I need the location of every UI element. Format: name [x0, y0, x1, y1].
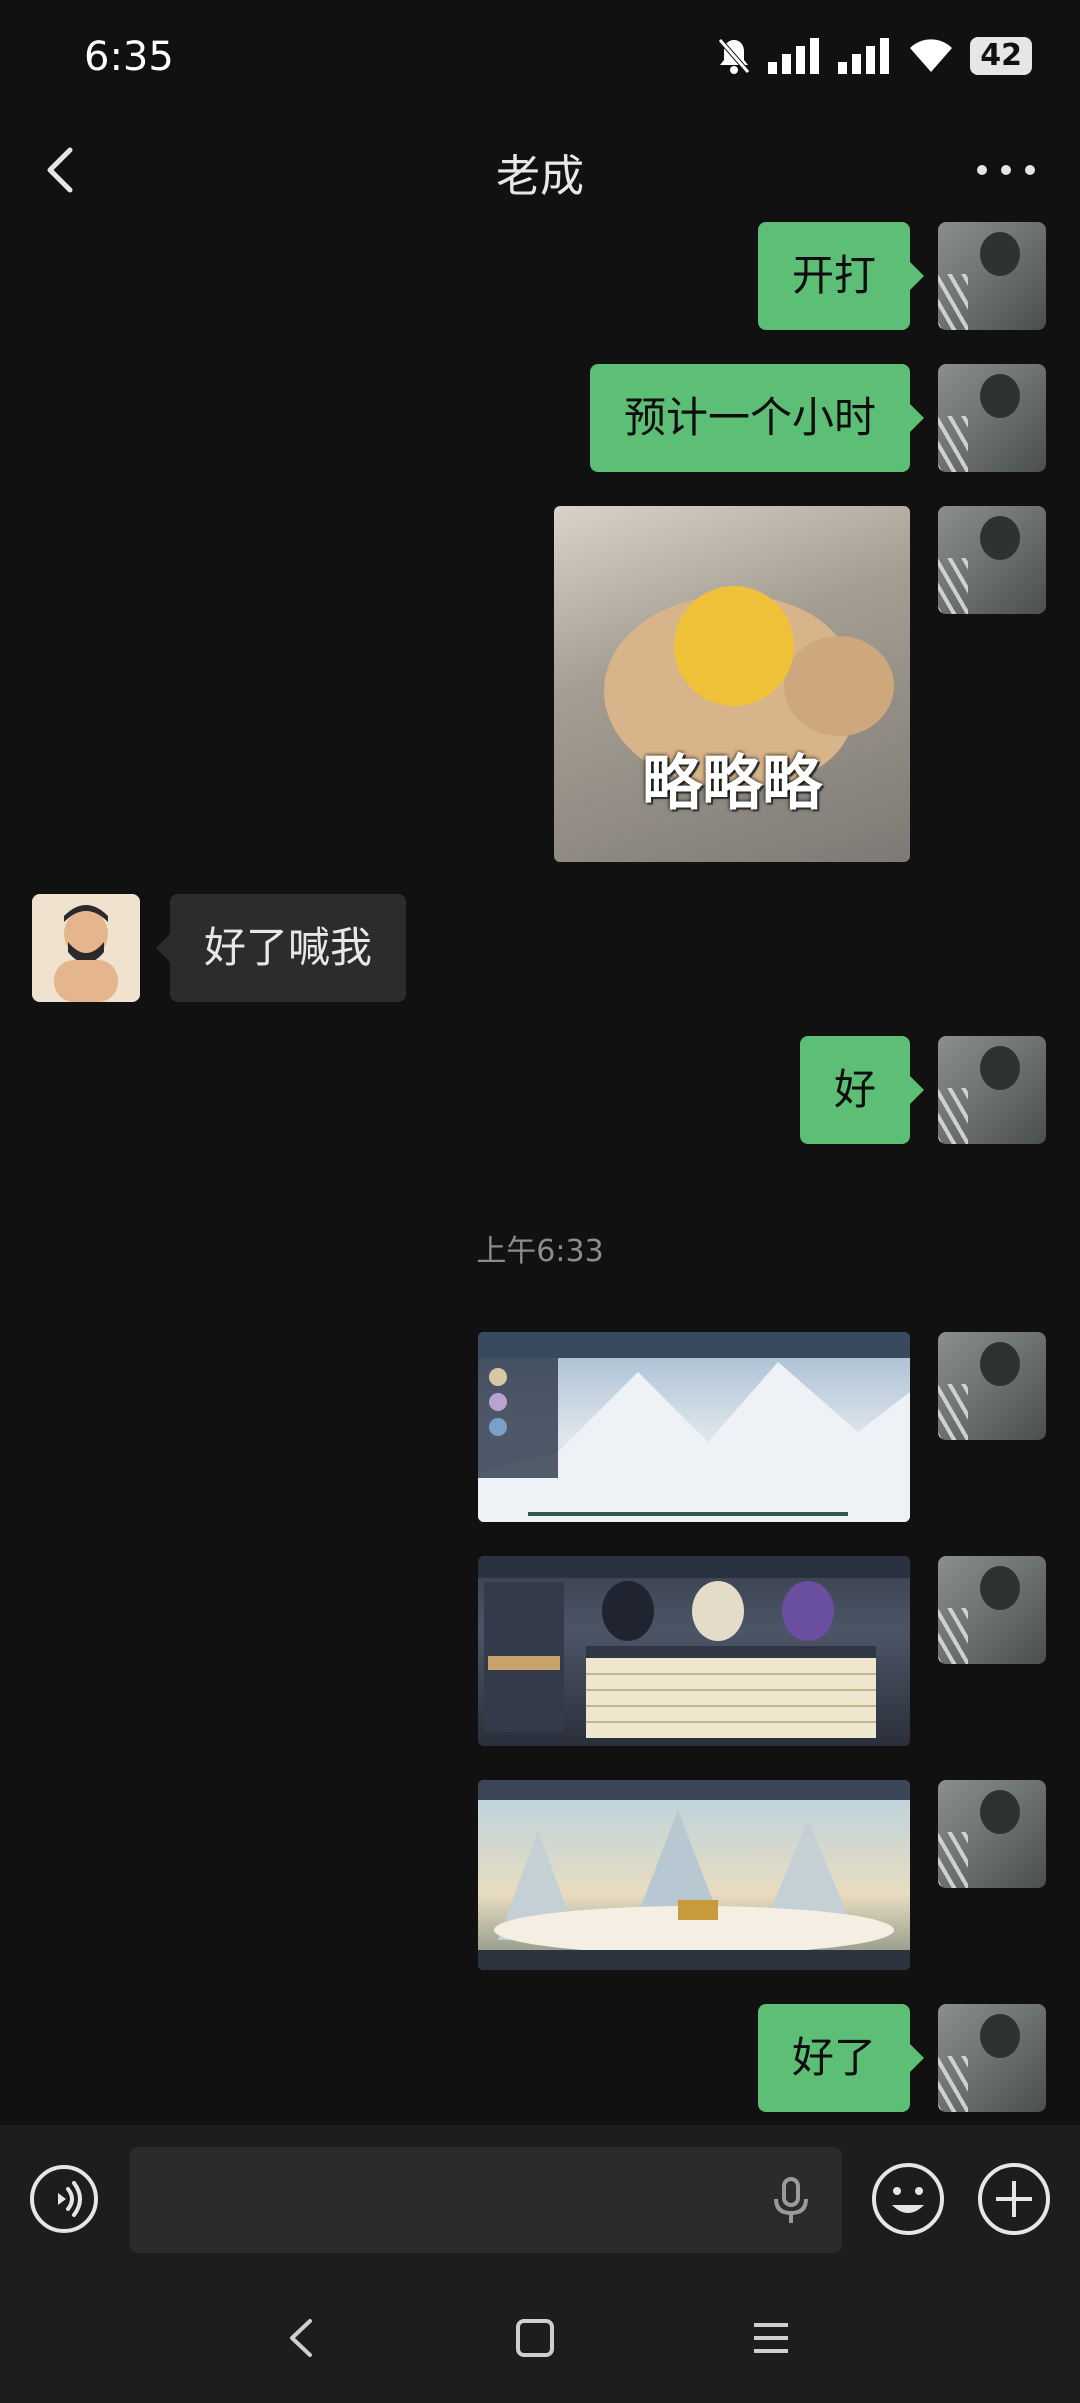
cartoon-man-icon — [32, 894, 140, 1002]
my-avatar[interactable] — [938, 364, 1046, 472]
signal-icon — [768, 38, 820, 74]
game-scene-1 — [478, 1332, 910, 1522]
plus-icon[interactable] — [976, 2161, 1052, 2237]
my-avatar[interactable] — [938, 1332, 1046, 1440]
sent-image-game-screenshot[interactable] — [478, 1556, 910, 1746]
meme-caption: 略略略 — [642, 749, 822, 819]
my-avatar[interactable] — [938, 1036, 1046, 1144]
battery-indicator: 42 — [970, 37, 1032, 75]
game-scene-3 — [478, 1780, 910, 1970]
sent-message-bubble[interactable]: 好了 — [757, 2004, 924, 2112]
bell-off-icon — [718, 38, 751, 74]
signal-icon-2 — [838, 38, 890, 74]
more-horizontal-icon[interactable] — [968, 142, 1044, 198]
friend-avatar[interactable] — [32, 894, 140, 1002]
wifi-icon — [910, 39, 953, 72]
message-text: 开打 — [791, 251, 876, 300]
status-icons: 42 — [716, 36, 1032, 76]
system-menu-icon[interactable] — [748, 2315, 794, 2361]
system-back-icon[interactable] — [280, 2315, 326, 2361]
system-navigation-bar — [0, 2275, 1080, 2403]
message-input[interactable] — [130, 2147, 842, 2253]
message-text: 好了喊我 — [204, 923, 373, 972]
sent-image-game-screenshot[interactable] — [478, 1332, 910, 1522]
my-avatar[interactable] — [938, 2004, 1046, 2112]
message-timestamp: 上午6:33 — [476, 1234, 604, 1269]
chat-title: 老成 — [496, 151, 584, 202]
status-time: 6:35 — [84, 34, 174, 80]
banana-hat-shape — [674, 586, 794, 706]
sent-message-bubble[interactable]: 好 — [799, 1036, 924, 1144]
system-home-icon[interactable] — [512, 2315, 558, 2361]
my-avatar[interactable] — [938, 1780, 1046, 1888]
dog-head-shape — [784, 636, 894, 736]
chat-header: 老成 — [0, 120, 1080, 220]
my-avatar[interactable] — [938, 1556, 1046, 1664]
microphone-icon[interactable] — [764, 2173, 818, 2227]
message-input-bar — [0, 2125, 1080, 2275]
sent-image-game-screenshot[interactable] — [478, 1780, 910, 1970]
my-avatar[interactable] — [938, 222, 1046, 330]
sent-message-bubble[interactable]: 预计一个小时 — [589, 364, 924, 472]
message-text: 好 — [833, 1065, 876, 1114]
voice-input-icon[interactable] — [28, 2163, 100, 2235]
message-text: 预计一个小时 — [623, 393, 876, 442]
sent-message-bubble[interactable]: 开打 — [757, 222, 924, 330]
received-message-bubble[interactable]: 好了喊我 — [156, 894, 407, 1002]
my-avatar[interactable] — [938, 506, 1046, 614]
sent-image-meme[interactable]: 略略略 — [554, 506, 910, 862]
game-scene-2 — [478, 1556, 910, 1738]
message-text: 好了 — [791, 2033, 876, 2082]
emoji-icon[interactable] — [870, 2161, 946, 2237]
status-bar: 6:35 42 — [0, 0, 1080, 120]
